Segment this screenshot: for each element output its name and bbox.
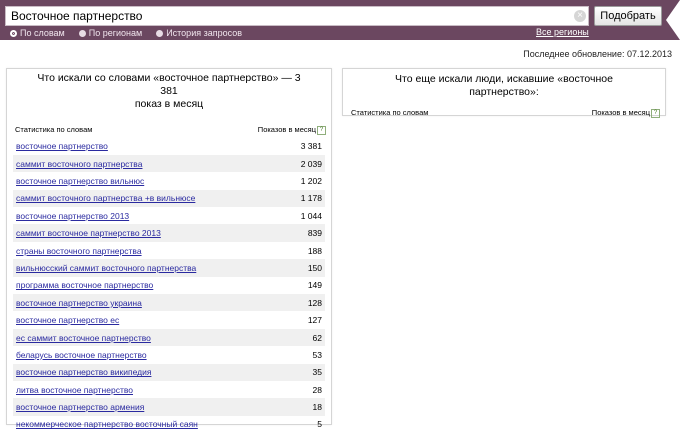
query-count: 1 178 <box>300 193 322 204</box>
table-row: восточное партнерство армения 18 <box>13 398 325 416</box>
words-panel-title: Что искали со словами «восточное партнер… <box>7 69 331 111</box>
col-query-header: Статистика по словам <box>15 125 93 134</box>
radio-icon <box>156 29 164 37</box>
query-link[interactable]: восточное партнерство ес <box>16 315 119 325</box>
mode-history[interactable]: История запросов <box>156 28 242 38</box>
query-count: 188 <box>307 245 322 256</box>
related-panel: Что еще искали люди, искавшие «восточное… <box>342 68 666 118</box>
submit-button[interactable]: Подобрать <box>594 6 662 26</box>
col-count-label: Показов в месяц <box>257 125 316 134</box>
table-row: программа восточное партнерство 149 <box>13 277 325 294</box>
query-count: 5 <box>317 419 322 430</box>
query-count: 2 039 <box>300 158 322 169</box>
mode-by-words[interactable]: По словам <box>10 28 65 38</box>
table-row: восточное партнерство вильнюс 1 202 <box>13 172 325 189</box>
table-row: саммит восточного партнерства +в вильнюс… <box>13 189 325 208</box>
col-count-label: Показов в месяц <box>591 108 650 117</box>
table-row: восточное партнерство 3 381 <box>13 138 325 155</box>
table-row: беларусь восточное партнерство 53 <box>13 346 325 363</box>
query-link[interactable]: беларусь восточное партнерство <box>16 350 147 360</box>
table-row: восточное партнерство википедия 35 <box>13 363 325 381</box>
clear-icon[interactable]: × <box>574 10 586 22</box>
radio-icon <box>78 29 86 37</box>
col-count-header: Показов в месяц? <box>592 108 660 118</box>
query-count: 18 <box>312 402 322 413</box>
table-row: ес саммит восточное партнерство 62 <box>13 328 325 347</box>
query-count: 127 <box>307 315 322 326</box>
words-panel: Что искали со словами «восточное партнер… <box>6 68 332 429</box>
mode-label: История запросов <box>166 28 242 38</box>
query-link[interactable]: восточное партнерство армения <box>16 402 144 412</box>
query-link[interactable]: страны восточного партнерства <box>16 246 142 256</box>
table-row: восточное партнерство 2013 1 044 <box>13 207 325 224</box>
query-link[interactable]: литва восточное партнерство <box>16 385 133 395</box>
table-row: саммит восточное партнерство 2013 839 <box>13 224 325 242</box>
table-row: некоммерческое партнерство восточный сая… <box>13 416 325 433</box>
all-regions-link[interactable]: Все регионы <box>536 27 589 37</box>
query-count: 1 202 <box>300 175 322 186</box>
query-link[interactable]: восточное партнерство википедия <box>16 367 151 377</box>
query-count: 62 <box>312 332 322 343</box>
help-icon[interactable]: ? <box>317 125 326 135</box>
table-row: восточное партнерство украина 128 <box>13 294 325 312</box>
query-link[interactable]: саммит восточного партнерства <box>16 159 142 169</box>
query-count: 1 044 <box>300 210 322 221</box>
last-updated: Последнее обновление: 07.12.2013 <box>523 49 672 59</box>
mode-by-regions[interactable]: По регионам <box>78 28 143 38</box>
results-table: восточное партнерство 3 381 саммит восточн… <box>13 138 325 433</box>
col-count-header: Показов в месяц? <box>258 125 326 135</box>
query-count: 28 <box>312 384 322 395</box>
query-link[interactable]: восточное партнерство украина <box>16 298 142 308</box>
query-count: 3 381 <box>300 141 322 152</box>
query-count: 128 <box>307 297 322 308</box>
search-bar-arrow <box>666 0 680 40</box>
table-row: вильнюсский саммит восточного партнерств… <box>13 259 325 277</box>
query-link[interactable]: программа восточное партнерство <box>16 280 153 290</box>
query-link[interactable]: восточное партнерство 2013 <box>16 211 129 221</box>
mode-label: По регионам <box>88 28 143 38</box>
search-mode-group: По словам По регионам История запросов <box>10 26 256 40</box>
mode-label: По словам <box>20 28 65 38</box>
query-link[interactable]: вильнюсский саммит восточного партнерств… <box>16 263 196 273</box>
search-input[interactable] <box>5 6 589 26</box>
query-count: 839 <box>307 228 322 239</box>
help-icon[interactable]: ? <box>651 108 660 118</box>
query-count: 35 <box>312 367 322 378</box>
query-link[interactable]: саммит восточное партнерство 2013 <box>16 228 161 238</box>
related-panel-title: Что еще искали люди, искавшие «восточное… <box>395 73 613 98</box>
table-header: Статистика по словам Показов в месяц? <box>7 125 331 135</box>
radio-icon <box>10 29 17 37</box>
search-bar: × Подобрать По словам По регионам Истори… <box>0 0 680 40</box>
table-row: восточное партнерство ес 127 <box>13 311 325 328</box>
query-link[interactable]: саммит восточного партнерства +в вильнюс… <box>16 193 195 203</box>
table-row: саммит восточного партнерства 2 039 <box>13 154 325 173</box>
query-link[interactable]: ес саммит восточное партнерство <box>16 333 151 343</box>
title-line: показ в месяц <box>134 98 204 110</box>
query-link[interactable]: некоммерческое партнерство восточный сая… <box>16 419 198 429</box>
title-line: Что искали со словами «восточное партнер… <box>37 72 301 97</box>
table-row: литва восточное партнерство 28 <box>13 381 325 398</box>
query-count: 149 <box>307 280 322 291</box>
table-row: страны восточного партнерства 188 <box>13 242 325 259</box>
query-count: 150 <box>307 262 322 273</box>
col-query-header: Статистика по словам <box>351 108 429 117</box>
query-link[interactable]: восточное партнерство вильнюс <box>16 176 144 186</box>
table-header: Статистика по словам Показов в месяц? <box>343 108 665 118</box>
query-link[interactable]: восточное партнерство <box>16 141 108 151</box>
query-count: 53 <box>312 349 322 360</box>
